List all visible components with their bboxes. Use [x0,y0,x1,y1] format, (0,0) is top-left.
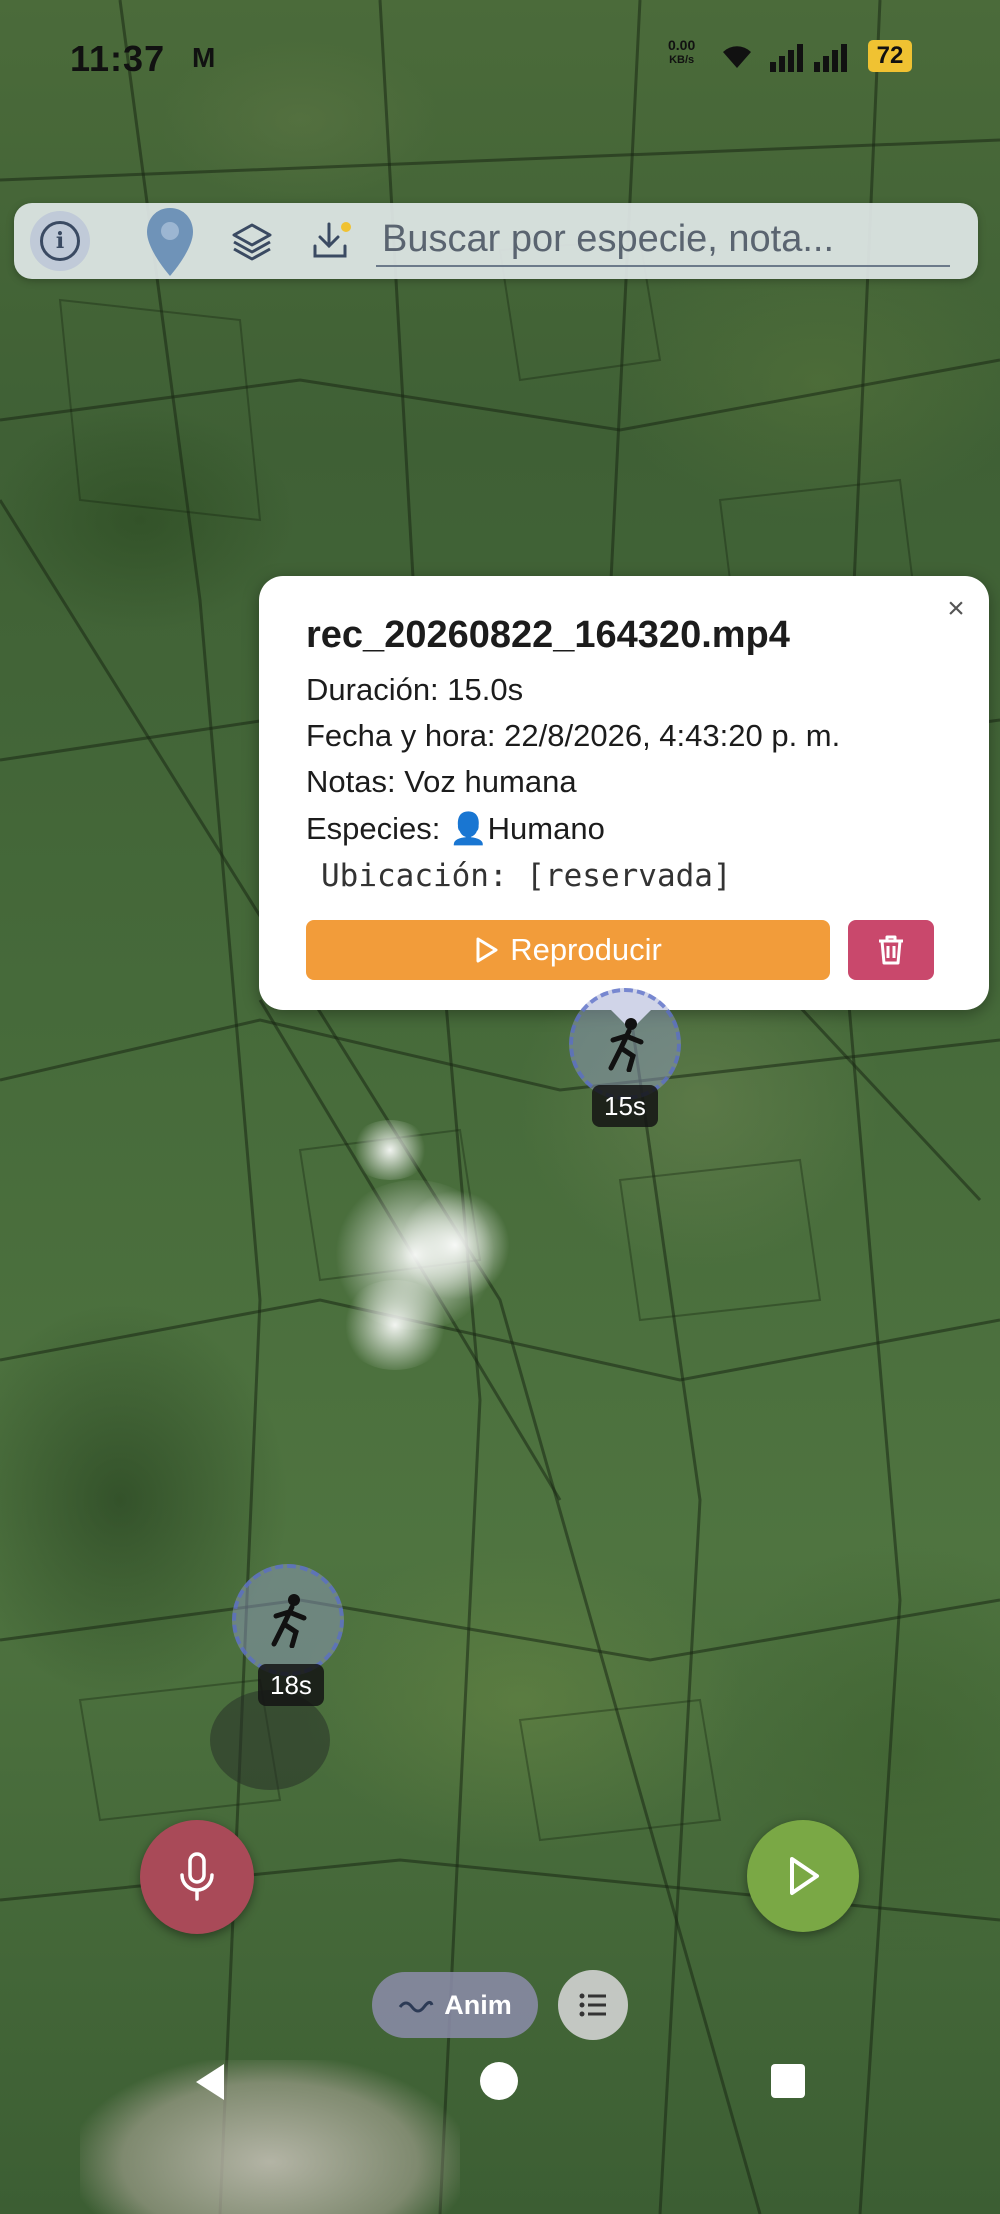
wave-icon [399,2000,434,2013]
animation-toggle-button[interactable]: Anim [372,1972,538,2038]
recording-popup: × rec_20260822_164320.mp4 Duración: 15.0… [259,576,989,1030]
animation-toggle-label: Anim [444,1989,512,2020]
popup-close-button[interactable]: × [939,592,973,626]
delete-recording-button[interactable] [848,920,934,980]
list-view-button[interactable] [558,1970,628,2040]
download-icon [313,222,351,258]
play-recording-button[interactable]: Reproducir [306,920,830,980]
search-input[interactable] [376,213,950,267]
recording-marker[interactable] [232,1564,344,1676]
status-bar: 11:37 M 0.00 KB/s 72 [0,0,1000,110]
search-toolbar: i [14,203,978,279]
town-area [80,2060,460,2214]
play-icon [790,1857,819,1895]
record-button[interactable] [140,1820,254,1934]
marker-duration-label: 18s [258,1664,324,1706]
running-person-icon [271,1594,307,1648]
recording-duration: Duración: 15.0s [306,672,524,707]
recording-filename: rec_20260822_164320.mp4 [306,614,790,656]
location-pin-icon [147,208,193,276]
play-recording-label: Reproducir [510,932,662,967]
play-all-button[interactable] [747,1820,859,1932]
nav-back-button[interactable] [190,2060,230,2104]
status-time: 11:37 [70,38,166,79]
info-button[interactable]: i [30,211,90,271]
trash-icon [879,935,903,965]
download-button[interactable] [306,215,358,267]
microphone-icon [180,1852,214,1901]
wifi-icon [723,46,751,68]
layers-button[interactable] [226,215,278,267]
list-icon [579,1993,606,2017]
battery-indicator: 72 [868,40,912,72]
recording-notes: Notas: Voz humana [306,764,577,799]
marker-duration-label: 15s [592,1085,658,1127]
network-speed: 0.00 KB/s [668,37,696,67]
nav-recents-button[interactable] [771,2064,805,2098]
nav-home-button[interactable] [480,2062,518,2100]
signal-strength-icon [770,44,847,72]
running-person-icon [608,1018,644,1072]
recording-marker[interactable] [569,988,681,1100]
species-prefix: Especies: [306,811,441,846]
recording-datetime: Fecha y hora: 22/8/2026, 4:43:20 p. m. [306,718,841,753]
layers-icon [232,223,272,261]
species-name: Humano [487,811,605,846]
mail-notification-icon: M [192,42,216,73]
location-pin-button[interactable] [142,205,198,279]
info-icon: i [40,221,80,261]
recording-species: Especies: 👤 Humano [306,810,605,847]
recording-location: Ubicación: [reservada] [321,858,732,894]
play-icon [476,937,498,963]
person-icon: 👤 [449,811,488,846]
